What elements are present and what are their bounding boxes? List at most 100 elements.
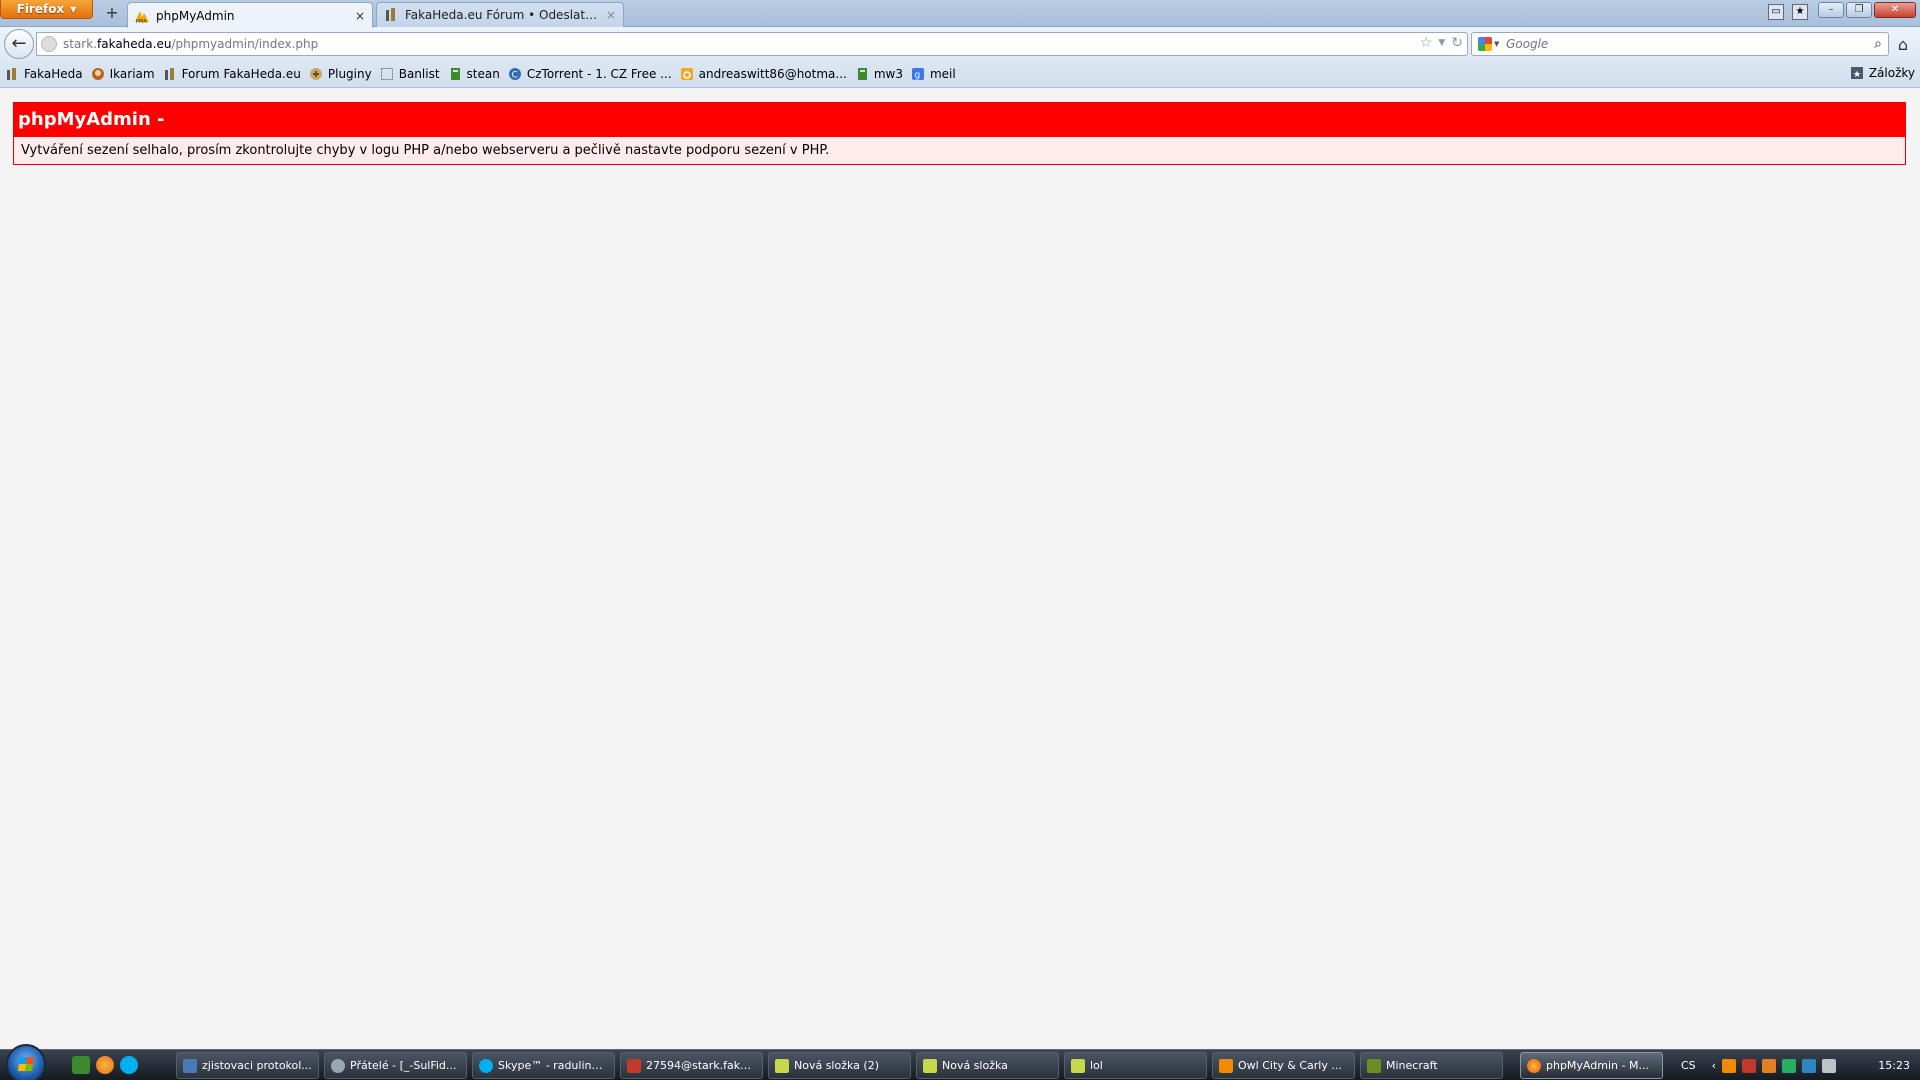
close-tab-icon[interactable]: × [605,8,617,22]
folder-icon [1071,1058,1085,1073]
error-box: phpMyAdmin - Vytváření sezení selhalo, p… [13,102,1906,165]
url-dropdown-icon[interactable]: ▼ [1438,38,1445,48]
vlc-tray-icon[interactable] [1722,1058,1737,1073]
taskbar-item[interactable]: zjistovaci protokol... [176,1052,319,1079]
search-icon[interactable]: ⌕ [1874,36,1882,52]
search-input[interactable] [1500,37,1875,51]
start-button[interactable] [6,1044,46,1080]
filezilla-icon [627,1058,641,1073]
bookmark-label: meil [929,66,956,81]
close-tab-icon[interactable]: × [354,9,366,23]
taskbar-item[interactable]: lol [1064,1052,1207,1079]
steam-icon [331,1058,345,1073]
page-icon [380,67,393,80]
new-tab-button[interactable]: + [101,4,123,24]
bookmark-label: Banlist [398,66,440,81]
bookmark-label: Forum FakaHeda.eu [181,66,301,81]
url-text[interactable]: stark.fakaheda.eu/phpmyadmin/index.php [63,37,318,51]
bookmark-mw3[interactable]: mw3 [855,67,903,81]
error-title: phpMyAdmin - [14,103,1905,137]
taskbar-item[interactable]: Owl City & Carly ... [1212,1052,1355,1079]
app-tray-icon[interactable] [1762,1058,1777,1073]
antivirus-tray-icon[interactable] [1782,1058,1797,1073]
svg-text:★: ★ [1853,70,1861,80]
search-engine-selector[interactable]: ▼ [1478,36,1500,52]
volume-icon[interactable] [1822,1058,1837,1073]
skype-icon [479,1058,493,1073]
tab-title: FakaHeda.eu Fórum • Odeslat nové t... [405,8,599,22]
google-icon [1478,37,1492,51]
system-tray: CS ‹ [1681,1050,1837,1080]
bookmark-fakaheda[interactable]: FakaHeda [5,67,83,81]
page-content: phpMyAdmin - Vytváření sezení selhalo, p… [0,89,1920,1049]
bookmarks-toolbar: FakaHeda Ikariam Forum FakaHeda.eu Plugi… [0,60,1920,88]
tab-fakaheda-forum[interactable]: FakaHeda.eu Fórum • Odeslat nové t... × [376,2,624,27]
tab-phpmyadmin[interactable]: PMA phpMyAdmin × [127,2,373,28]
bookmark-cztorrent[interactable]: C CzTorrent - 1. CZ Free ... [508,67,672,81]
taskbar-item[interactable]: Nová složka [916,1052,1059,1079]
taskbar-item[interactable]: 27594@stark.faka... [620,1052,763,1079]
taskbar-item[interactable]: Minecraft [1360,1052,1503,1079]
bookmark-label: FakaHeda [24,66,83,81]
firefox-icon[interactable] [96,1056,114,1074]
folder-icon [775,1058,789,1073]
ikariam-icon [91,67,104,80]
firefox-menu-button[interactable]: Firefox ▼ [0,0,93,19]
url-bar[interactable]: stark.fakaheda.eu/phpmyadmin/index.php ☆… [36,32,1468,56]
bookmarks-menu-button[interactable]: ★ Záložky [1850,66,1915,80]
skype-icon[interactable] [120,1056,138,1074]
tray-expand-icon[interactable]: ‹ [1712,1059,1716,1072]
bookmark-pluginy[interactable]: Pluginy [309,67,372,81]
minimize-button[interactable]: – [1818,2,1844,18]
fakaheda-icon [164,67,174,80]
bookmark-ikariam[interactable]: Ikariam [91,67,155,81]
taskbar-item[interactable]: Skype™ - raduline... [472,1052,615,1079]
bookmark-label: stean [466,66,500,81]
bookmark-label: andreaswitt86@hotma... [698,66,847,81]
minecraft-icon [1367,1058,1381,1073]
bookmark-meil[interactable]: g meil [911,67,956,81]
url-prefix: stark. [63,37,98,51]
navigation-bar: ← stark.fakaheda.eu/phpmyadmin/index.php… [0,27,1920,60]
bookmarks-menu-label: Záložky [1868,66,1915,80]
taskbar-item[interactable]: Přátelé - [_-SulFid... [324,1052,467,1079]
language-indicator[interactable]: CS [1681,1059,1696,1072]
bookmark-forum-fakaheda[interactable]: Forum FakaHeda.eu [163,67,301,81]
reload-icon[interactable]: ↻ [1451,35,1463,51]
tab-title: phpMyAdmin [156,8,235,23]
quick-launch [72,1056,138,1074]
clock[interactable]: 15:23 [1878,1059,1910,1072]
network-tray-icon[interactable] [1802,1058,1817,1073]
bookmark-stean[interactable]: stean [448,67,500,81]
close-window-button[interactable]: ✕ [1874,2,1916,18]
back-button[interactable]: ← [4,29,34,59]
svg-text:g: g [914,70,920,80]
bookmark-star-icon[interactable]: ☆ [1420,35,1433,51]
bookmark-banlist[interactable]: Banlist [380,67,440,81]
filezilla-tray-icon[interactable] [1742,1058,1757,1073]
back-arrow-icon: ← [11,33,27,54]
green-page-icon [450,67,460,80]
firefox-icon [1527,1058,1541,1073]
taskbar-item[interactable]: Nová složka (2) [768,1052,911,1079]
firefox-menu-label: Firefox [16,2,65,16]
fakaheda-icon [7,67,16,80]
hotmail-icon [680,67,693,80]
taskbar: zjistovaci protokol... Přátelé - [_-SulF… [0,1044,1920,1080]
bookmark-label: Ikariam [109,66,155,81]
bookmarks-star-icon: ★ [1850,67,1863,80]
fakaheda-favicon-icon [386,8,395,21]
bookmark-star-tab-icon[interactable]: ★ [1792,4,1808,20]
svg-text:PMA: PMA [136,19,147,24]
search-bar[interactable]: ▼ ⌕ [1471,32,1889,56]
bookmark-label: Pluginy [327,66,372,81]
site-identity-icon[interactable] [41,36,57,52]
bookmark-hotmail[interactable]: andreaswitt86@hotma... [680,67,847,81]
home-icon[interactable]: ⌂ [1893,35,1913,54]
taskbar-item-active[interactable]: phpMyAdmin - M... [1520,1052,1663,1079]
google-icon: g [911,67,924,80]
bookmark-label: CzTorrent - 1. CZ Free ... [526,66,672,81]
tab-groups-icon[interactable]: ▭ [1768,4,1784,20]
show-desktop-icon[interactable] [72,1056,90,1074]
restore-button[interactable]: ❐ [1846,2,1872,18]
